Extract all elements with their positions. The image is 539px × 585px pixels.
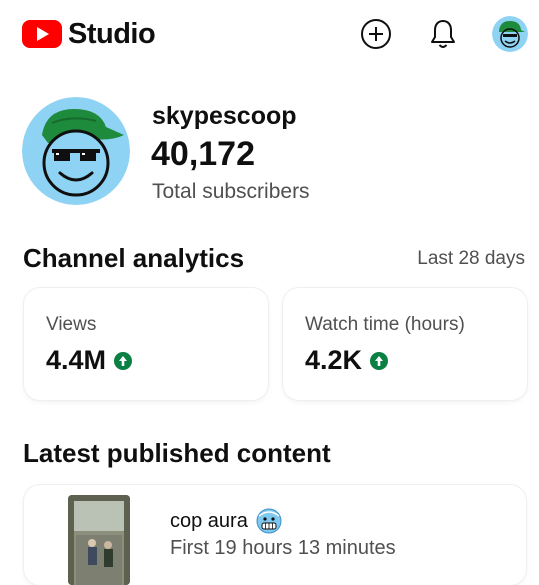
channel-analytics-heading: Channel analytics xyxy=(23,243,245,273)
video-performance-period: First 19 hours 13 minutes xyxy=(170,537,396,559)
analytics-period[interactable]: Last 28 days xyxy=(417,248,525,270)
account-avatar[interactable] xyxy=(492,16,528,52)
plus-circle-icon xyxy=(361,19,391,49)
watch-time-value: 4.2K xyxy=(305,345,363,375)
subscriber-label: Total subscribers xyxy=(152,180,310,203)
views-card[interactable]: Views 4.4M xyxy=(24,288,268,400)
views-label: Views xyxy=(46,314,97,335)
bell-icon xyxy=(431,20,455,48)
smiley-cap-avatar-icon xyxy=(492,16,528,52)
trend-up-icon xyxy=(114,351,133,370)
video-thumbnail[interactable] xyxy=(68,495,130,585)
channel-avatar[interactable] xyxy=(22,97,130,205)
brand-name: Studio xyxy=(68,18,156,50)
youtube-logo-icon xyxy=(22,20,62,48)
channel-name: skypescoop xyxy=(152,102,297,130)
top-app-bar: Studio xyxy=(0,0,539,70)
latest-content-card[interactable]: cop aura First 19 hours 13 minutes xyxy=(24,485,526,585)
views-value: 4.4M xyxy=(46,345,107,375)
watch-time-card[interactable]: Watch time (hours) 4.2K xyxy=(283,288,527,400)
smiley-cap-avatar-icon xyxy=(22,97,130,205)
channel-summary: skypescoop 40,172 Total subscribers xyxy=(22,97,522,207)
youtube-studio-logo[interactable]: Studio xyxy=(22,18,156,50)
watch-time-label: Watch time (hours) xyxy=(305,314,465,335)
latest-content-heading: Latest published content xyxy=(23,438,331,468)
subscriber-count: 40,172 xyxy=(151,135,255,173)
trend-up-icon xyxy=(370,351,389,370)
create-button[interactable] xyxy=(358,16,394,52)
freezing-face-emoji-icon xyxy=(256,508,282,534)
video-title: cop aura xyxy=(170,509,248,532)
thumbnail-image xyxy=(68,495,130,585)
notifications-button[interactable] xyxy=(425,16,461,52)
